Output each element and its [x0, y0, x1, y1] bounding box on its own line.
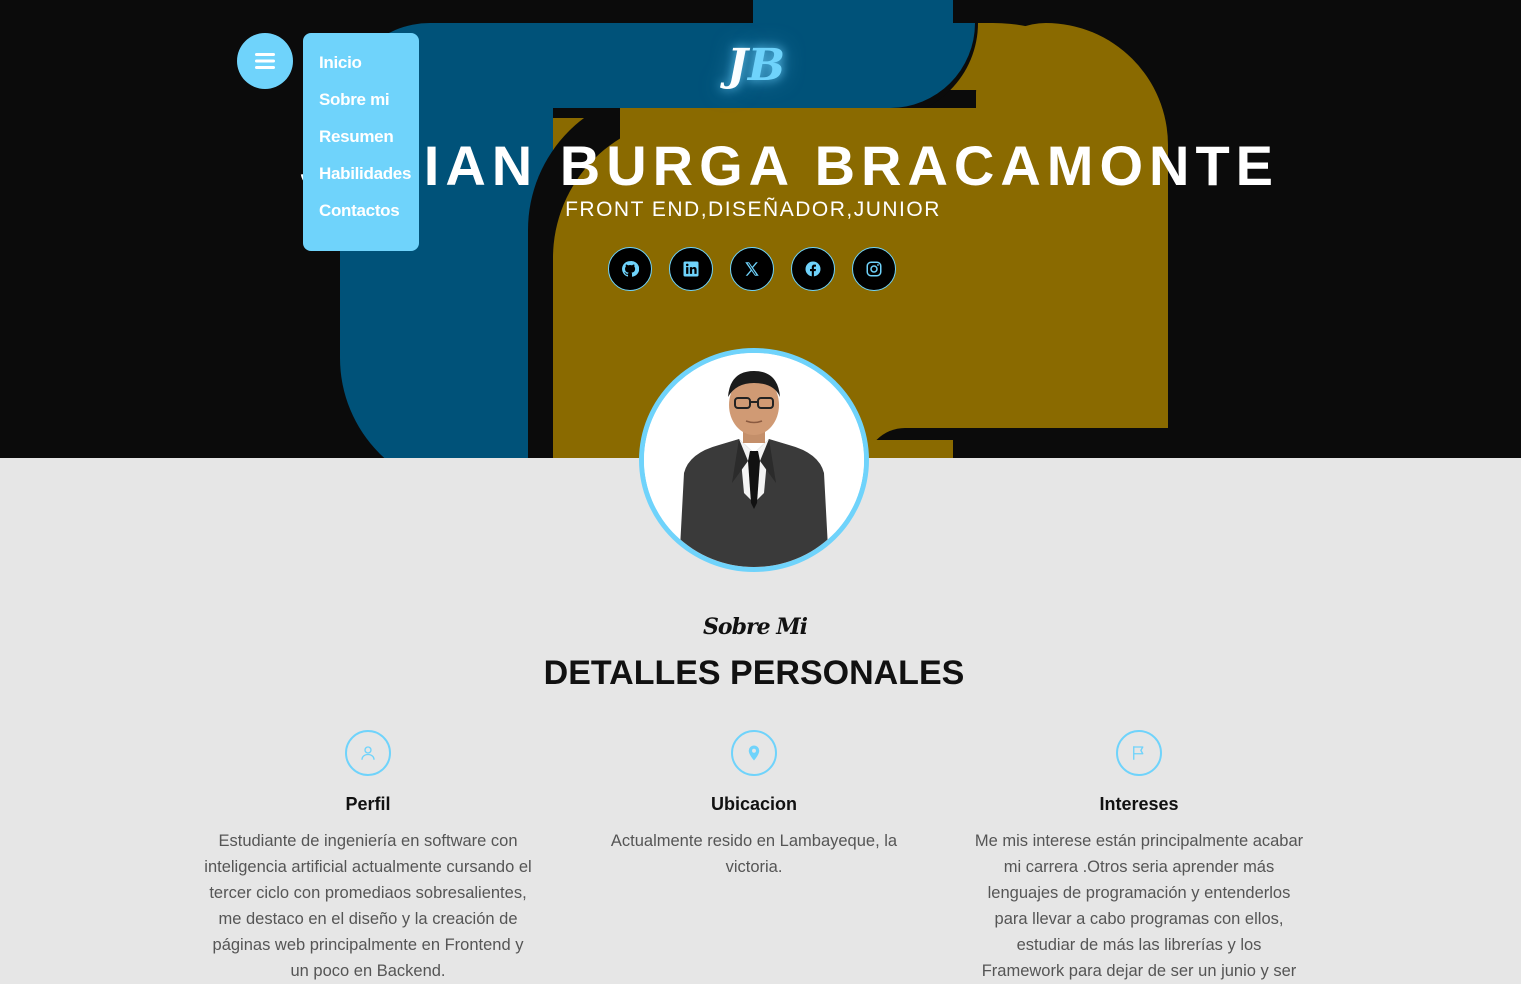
card-icon-circle	[345, 730, 391, 776]
nav-link-sobre-mi[interactable]: Sobre mi	[319, 90, 390, 110]
section-title: DETALLES PERSONALES	[543, 654, 965, 692]
social-links	[608, 247, 908, 294]
user-icon	[361, 746, 375, 760]
x-twitter-icon	[745, 262, 759, 276]
map-pin-icon	[748, 745, 760, 761]
card-icon-circle	[731, 730, 777, 776]
nav-link-inicio[interactable]: Inicio	[319, 53, 362, 73]
facebook-icon	[805, 261, 821, 277]
x-twitter-link[interactable]	[730, 247, 774, 291]
github-link[interactable]	[608, 247, 652, 291]
info-card-intereses: Intereses Me mis interese están principa…	[969, 730, 1309, 984]
nav-link-contactos[interactable]: Contactos	[319, 201, 400, 221]
card-title: Ubicacion	[710, 794, 798, 814]
nav-menu: Inicio Sobre mi Resumen Habilidades Cont…	[303, 33, 419, 251]
logo-letter-b: B	[747, 40, 786, 91]
flag-icon	[1133, 746, 1144, 760]
facebook-link[interactable]	[791, 247, 835, 291]
card-title: Perfil	[345, 794, 391, 814]
card-icon-circle	[1116, 730, 1162, 776]
card-text: Me mis interese están principalmente aca…	[974, 832, 1304, 980]
person-portrait-image	[644, 353, 864, 567]
profile-photo	[639, 348, 869, 572]
hamburger-icon	[255, 53, 275, 69]
github-icon	[622, 261, 639, 277]
logo-letter-j: J	[726, 40, 748, 91]
info-card-ubicacion: Ubicacion Actualmente resido en Lambayeq…	[584, 730, 924, 880]
nav-link-habilidades[interactable]: Habilidades	[319, 164, 411, 184]
linkedin-icon	[683, 261, 699, 277]
card-title: Intereses	[1099, 794, 1179, 814]
instagram-link[interactable]	[852, 247, 896, 291]
card-text: Estudiante de ingeniería en software con…	[204, 832, 532, 980]
hero-name: JULIAN BURGA BRACAMONTE	[300, 134, 1280, 197]
card-text: Actualmente resido en Lambayeque, la vic…	[610, 832, 898, 876]
info-card-perfil: Perfil Estudiante de ingeniería en softw…	[198, 730, 538, 984]
section-eyebrow: Sobre Mi	[703, 614, 808, 640]
site-logo[interactable]: JB	[716, 36, 796, 96]
hero-role: FRONT END,DISEÑADOR,JUNIOR	[565, 198, 941, 221]
instagram-icon	[866, 261, 882, 277]
nav-link-resumen[interactable]: Resumen	[319, 127, 394, 147]
linkedin-link[interactable]	[669, 247, 713, 291]
menu-toggle-button[interactable]	[237, 33, 293, 89]
